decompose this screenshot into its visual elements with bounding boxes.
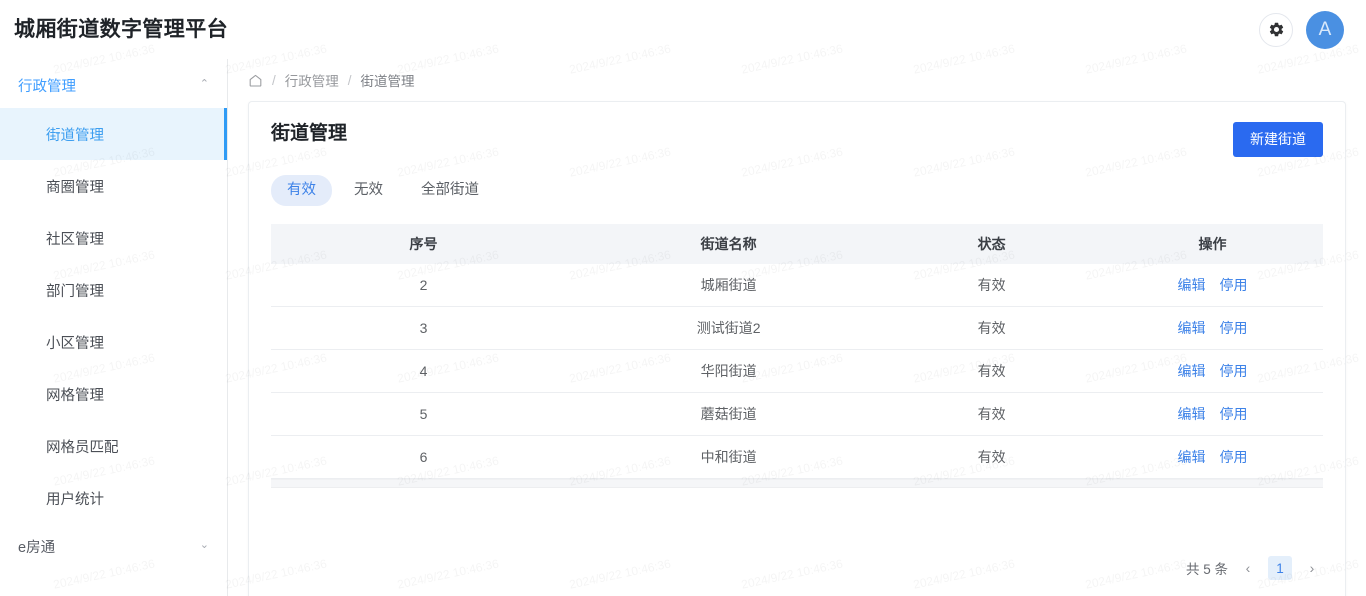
column-header-actions: 操作	[1102, 223, 1323, 264]
sidebar-item-label: 商圈管理	[46, 179, 104, 196]
sidebar-item-label: 用户统计	[46, 491, 104, 508]
table-row: 5 蘑菇街道 有效 编辑 停用	[271, 392, 1323, 437]
cell-status: 有效	[881, 349, 1103, 394]
app-root: 城厢街道数字管理平台 A 行政管理 ⌃ 街道管理 商圈管理 社区管理 部门管理 …	[0, 0, 1366, 596]
column-header-status: 状态	[881, 223, 1103, 264]
table-header-row: 序号 街道名称 状态 操作	[271, 223, 1323, 264]
disable-link[interactable]: 停用	[1220, 320, 1248, 336]
cell-street-name: 中和街道	[576, 435, 882, 480]
cell-status: 有效	[881, 306, 1103, 351]
body-container: 行政管理 ⌃ 街道管理 商圈管理 社区管理 部门管理 小区管理 网格管理 网格员…	[0, 59, 1366, 596]
cell-actions: 编辑 停用	[1102, 306, 1323, 351]
table-row: 4 华阳街道 有效 编辑 停用	[271, 349, 1323, 394]
disable-link[interactable]: 停用	[1220, 277, 1248, 293]
sidebar-item-grid-management[interactable]: 网格管理	[0, 368, 227, 420]
edit-link[interactable]: 编辑	[1178, 406, 1206, 422]
chevron-left-icon[interactable]: ‹	[1237, 557, 1259, 579]
breadcrumb: / 行政管理 / 街道管理	[228, 59, 1366, 101]
sidebar-item-label: 部门管理	[46, 283, 104, 300]
sidebar-item-grid-staff-matching[interactable]: 网格员匹配	[0, 420, 227, 472]
cell-street-name: 华阳街道	[576, 349, 882, 394]
column-header-street-name: 街道名称	[576, 223, 882, 264]
sidebar-item-department-management[interactable]: 部门管理	[0, 264, 227, 316]
table-row: 2 城厢街道 有效 编辑 停用	[271, 263, 1323, 308]
sidebar-item-label: 社区管理	[46, 231, 104, 248]
streets-table: 序号 街道名称 状态 操作 2 城厢街道 有效 编辑 停用 3 测试街道2 有效…	[271, 223, 1323, 480]
horizontal-scrollbar[interactable]	[271, 479, 1323, 489]
pagination-total: 共 5 条	[1185, 562, 1228, 577]
top-header-bar: 城厢街道数字管理平台 A	[0, 0, 1366, 59]
chevron-right-icon[interactable]: ›	[1301, 557, 1323, 579]
page-title: 城厢街道数字管理平台	[14, 18, 228, 41]
sidebar-item-community-management[interactable]: 社区管理	[0, 212, 227, 264]
cell-actions: 编辑 停用	[1102, 349, 1323, 394]
disable-link[interactable]: 停用	[1220, 449, 1248, 465]
cell-street-name: 城厢街道	[576, 263, 882, 308]
sidebar-item-label: 小区管理	[46, 335, 104, 352]
cell-street-name: 蘑菇街道	[576, 392, 882, 437]
cell-street-name: 测试街道2	[576, 306, 882, 351]
breadcrumb-separator: /	[347, 72, 352, 88]
page-number-1[interactable]: 1	[1268, 556, 1292, 580]
disable-link[interactable]: 停用	[1220, 406, 1248, 422]
table-row: 3 测试街道2 有效 编辑 停用	[271, 306, 1323, 351]
sidebar-item-business-district-management[interactable]: 商圈管理	[0, 160, 227, 212]
new-street-button[interactable]: 新建街道	[1233, 122, 1323, 157]
sidebar-group-efangtong[interactable]: e房通 ⌄	[0, 524, 227, 569]
chevron-up-icon: ⌃	[199, 78, 209, 90]
main-content: / 行政管理 / 街道管理 街道管理 新建街道 有效 无效 全部街道 序号 街道…	[228, 59, 1366, 596]
edit-link[interactable]: 编辑	[1178, 320, 1206, 336]
home-icon[interactable]	[248, 73, 263, 88]
sidebar-item-street-management[interactable]: 街道管理	[0, 108, 227, 160]
breadcrumb-item-administration[interactable]: 行政管理	[285, 70, 339, 90]
cell-actions: 编辑 停用	[1102, 263, 1323, 308]
cell-actions: 编辑 停用	[1102, 392, 1323, 437]
table-body: 2 城厢街道 有效 编辑 停用 3 测试街道2 有效 编辑 停用 4 华阳街道 …	[271, 263, 1323, 480]
cell-status: 有效	[881, 392, 1103, 437]
header-actions: A	[1259, 10, 1344, 49]
cell-status: 有效	[881, 263, 1103, 308]
tab-invalid[interactable]: 无效	[338, 175, 399, 206]
sidebar-group-label: 行政管理	[18, 79, 76, 95]
avatar[interactable]: A	[1306, 10, 1344, 49]
content-card: 街道管理 新建街道 有效 无效 全部街道 序号 街道名称 状态 操作 2 城厢街…	[248, 101, 1346, 596]
tab-valid[interactable]: 有效	[271, 174, 332, 206]
sidebar-group-administration[interactable]: 行政管理 ⌃	[0, 63, 227, 108]
sidebar: 行政管理 ⌃ 街道管理 商圈管理 社区管理 部门管理 小区管理 网格管理 网格员…	[0, 59, 228, 596]
pagination: 共 5 条 ‹ 1 ›	[271, 542, 1323, 596]
card-header: 街道管理 新建街道	[271, 102, 1323, 157]
section-title: 街道管理	[271, 123, 348, 144]
edit-link[interactable]: 编辑	[1178, 449, 1206, 465]
cell-index: 6	[271, 435, 577, 480]
filter-tabs: 有效 无效 全部街道	[271, 174, 1323, 206]
breadcrumb-item-current: 街道管理	[360, 74, 415, 89]
table-container: 序号 街道名称 状态 操作 2 城厢街道 有效 编辑 停用 3 测试街道2 有效…	[271, 223, 1323, 542]
cell-index: 4	[271, 349, 577, 394]
breadcrumb-separator: /	[272, 72, 276, 88]
cell-index: 3	[271, 306, 577, 351]
gear-icon	[1268, 21, 1285, 38]
sidebar-item-residential-management[interactable]: 小区管理	[0, 316, 227, 368]
sidebar-item-label: 网格管理	[46, 387, 104, 404]
column-header-index: 序号	[271, 223, 577, 264]
settings-button[interactable]	[1259, 12, 1293, 47]
cell-actions: 编辑 停用	[1102, 435, 1323, 480]
cell-index: 5	[271, 392, 577, 437]
table-row: 6 中和街道 有效 编辑 停用	[271, 435, 1323, 480]
tab-all-streets[interactable]: 全部街道	[405, 175, 495, 206]
chevron-down-icon: ⌄	[199, 539, 209, 551]
edit-link[interactable]: 编辑	[1178, 277, 1206, 293]
sidebar-item-label: 街道管理	[46, 127, 104, 144]
cell-status: 有效	[881, 435, 1103, 480]
edit-link[interactable]: 编辑	[1178, 363, 1206, 379]
sidebar-item-label: 网格员匹配	[46, 439, 119, 456]
sidebar-group-label: e房通	[18, 540, 56, 556]
disable-link[interactable]: 停用	[1220, 363, 1248, 379]
sidebar-item-user-statistics[interactable]: 用户统计	[0, 472, 227, 524]
cell-index: 2	[271, 263, 577, 308]
table-header: 序号 街道名称 状态 操作	[271, 223, 1323, 264]
